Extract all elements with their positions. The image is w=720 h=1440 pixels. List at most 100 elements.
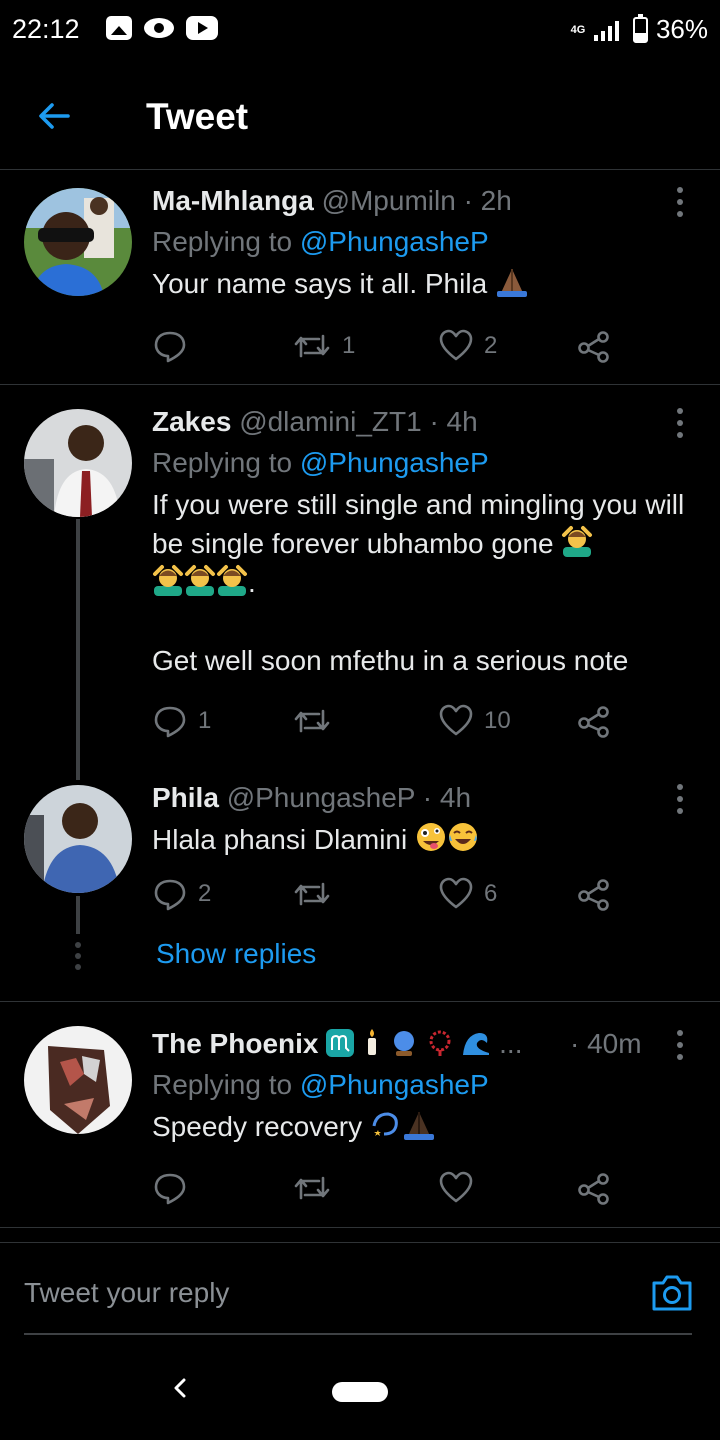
like-button[interactable]: 6: [438, 874, 497, 914]
battery-level: 36%: [655, 14, 708, 44]
folded-hands-icon: [496, 269, 527, 297]
author-handle: @PhungasheP: [226, 782, 415, 813]
heart-icon: [439, 329, 473, 361]
reply-count: 2: [198, 880, 212, 907]
author-name[interactable]: Zakes: [152, 406, 231, 437]
tweet-text: Hlala phansi Dlamini: [152, 820, 690, 859]
system-back-button[interactable]: [164, 1372, 196, 1404]
more-options-button[interactable]: [674, 1030, 686, 1060]
tweet-text: If you were still single and mingling yo…: [152, 489, 685, 676]
retweet-button[interactable]: [292, 1168, 342, 1208]
share-button[interactable]: [576, 1168, 612, 1208]
more-options-button[interactable]: [674, 784, 686, 814]
tweet-time: · 2h: [463, 185, 512, 216]
dizzy-icon: [372, 1112, 398, 1136]
share-icon: [578, 1173, 609, 1205]
tweet[interactable]: Phila @PhungasheP · 4h Hlala phansi Dlam…: [0, 768, 720, 1000]
reply-button[interactable]: [152, 1168, 198, 1208]
author-handle: @Mpumiln: [321, 185, 456, 216]
share-button[interactable]: [576, 874, 612, 914]
share-icon: [578, 331, 609, 363]
replying-to-link[interactable]: @PhungasheP: [300, 1069, 489, 1100]
retweet-button[interactable]: [292, 874, 342, 914]
back-button[interactable]: [32, 92, 80, 140]
chevron-left-icon: [174, 1378, 186, 1398]
reply-button[interactable]: [152, 326, 198, 366]
replying-label: Replying to: [152, 447, 293, 478]
avatar[interactable]: [24, 409, 132, 517]
status-bar: 22:12 4G 36%: [0, 0, 720, 62]
folded-hands-icon: [403, 1112, 434, 1140]
tweet-actions: 1 2: [152, 326, 622, 366]
reply-button[interactable]: 2: [152, 874, 211, 914]
status-time: 22:12: [12, 14, 80, 44]
reply-count: 1: [198, 707, 212, 734]
input-underline: [24, 1333, 692, 1335]
youtube-icon: [186, 16, 218, 40]
name-truncation: ...: [499, 1028, 523, 1059]
share-button[interactable]: [576, 326, 612, 366]
tweet[interactable]: Zakes @dlamini_ZT1 · 4h Replying to @Phu…: [0, 386, 720, 780]
app-header: Tweet: [0, 62, 720, 170]
replying-to-link[interactable]: @PhungasheP: [300, 447, 489, 478]
like-button[interactable]: [438, 1168, 484, 1208]
thread-line: [76, 896, 80, 934]
camera-button[interactable]: [650, 1273, 694, 1313]
more-options-button[interactable]: [674, 187, 686, 217]
crystal-ball-icon: [393, 1031, 414, 1056]
author-name[interactable]: Phila: [152, 782, 219, 813]
share-button[interactable]: [576, 701, 612, 741]
person-gesturing-ok-icon: [562, 526, 593, 557]
heart-icon: [439, 1171, 473, 1203]
retweet-button[interactable]: 1: [292, 326, 355, 366]
tweet-text: Your name says it all. Phila: [152, 264, 690, 303]
zany-face-icon: [417, 823, 446, 851]
thread-dots: [74, 942, 82, 970]
tweet[interactable]: The Phoenix ... · 40m Replying to @Phung…: [0, 1002, 720, 1228]
tweet-time: · 40m: [570, 1028, 642, 1059]
author-name[interactable]: The Phoenix: [152, 1028, 318, 1059]
tweet-actions: 1 10: [152, 701, 622, 741]
arrow-left-icon: [39, 103, 70, 129]
comment-icon: [154, 879, 186, 911]
reply-button[interactable]: 1: [152, 701, 211, 741]
comment-icon: [154, 706, 186, 738]
heart-icon: [439, 704, 473, 736]
person-gesturing-ok-icon: [185, 565, 215, 596]
network-type: 4G: [570, 23, 586, 36]
show-replies-link[interactable]: Show replies: [156, 938, 316, 970]
like-count: 2: [484, 332, 498, 359]
water-wave-icon: [463, 1033, 490, 1055]
avatar[interactable]: [24, 785, 132, 893]
eye-icon: [144, 18, 174, 38]
prayer-beads-icon: [429, 1030, 451, 1056]
retweet-icon: [294, 709, 330, 733]
author-name[interactable]: Ma-Mhlanga: [152, 185, 314, 216]
like-count: 10: [484, 707, 511, 734]
more-options-button[interactable]: [674, 408, 686, 438]
tweet[interactable]: Ma-Mhlanga @Mpumiln · 2h Replying to @Ph…: [0, 171, 720, 385]
home-pill-button[interactable]: [332, 1382, 388, 1402]
tweet-actions: 2 6: [152, 874, 622, 914]
page-title: Tweet: [146, 96, 249, 137]
retweet-button[interactable]: [292, 701, 342, 741]
author-handle: @dlamini_ZT1: [239, 406, 422, 437]
tweet-time: · 4h: [429, 406, 478, 437]
tweet-time: · 4h: [422, 782, 472, 813]
gallery-icon: [106, 16, 132, 40]
tweet-actions: [152, 1168, 622, 1208]
battery-icon: [632, 13, 648, 43]
tears-of-joy-icon: [449, 823, 478, 851]
reply-input[interactable]: [24, 1273, 584, 1313]
heart-icon: [439, 877, 473, 909]
retweet-count: 1: [342, 332, 356, 359]
replying-to-link[interactable]: @PhungasheP: [300, 226, 489, 257]
like-button[interactable]: 10: [438, 701, 511, 741]
comment-icon: [154, 1173, 186, 1205]
like-button[interactable]: 2: [438, 326, 497, 366]
share-icon: [578, 879, 609, 911]
avatar[interactable]: [24, 188, 132, 296]
tweet-text: Speedy recovery: [152, 1107, 690, 1146]
avatar[interactable]: [24, 1026, 132, 1134]
replying-label: Replying to: [152, 226, 293, 257]
